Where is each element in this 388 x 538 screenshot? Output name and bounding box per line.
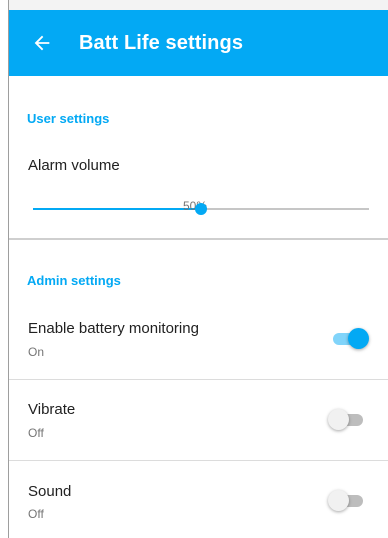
setting-status: Off [28, 426, 44, 440]
divider [9, 238, 388, 240]
settings-screen [9, 0, 388, 538]
setting-label: Sound [28, 483, 72, 500]
setting-status: On [28, 345, 45, 359]
divider [9, 460, 388, 461]
alarm-volume-label: Alarm volume [28, 157, 120, 174]
setting-status: Off [28, 507, 44, 521]
section-header-admin-settings: Admin settings [27, 273, 121, 288]
section-header-user-settings: User settings [27, 111, 110, 126]
divider [9, 379, 388, 380]
battery-monitoring-toggle[interactable] [331, 327, 371, 351]
toggle-thumb [348, 328, 369, 349]
page-title: Batt Life settings [79, 32, 244, 54]
app-bar: Batt Life settings [9, 10, 388, 76]
toggle-thumb [328, 409, 349, 430]
setting-label: Vibrate [28, 401, 76, 418]
toggle-thumb [328, 490, 349, 511]
vibrate-toggle[interactable] [328, 408, 371, 432]
status-bar [9, 0, 388, 10]
slider-fill [33, 208, 201, 210]
arrow-left-icon[interactable] [31, 32, 53, 54]
sound-toggle[interactable] [328, 489, 371, 513]
slider-thumb[interactable] [195, 203, 207, 215]
setting-label: Enable battery monitoring [28, 320, 199, 337]
